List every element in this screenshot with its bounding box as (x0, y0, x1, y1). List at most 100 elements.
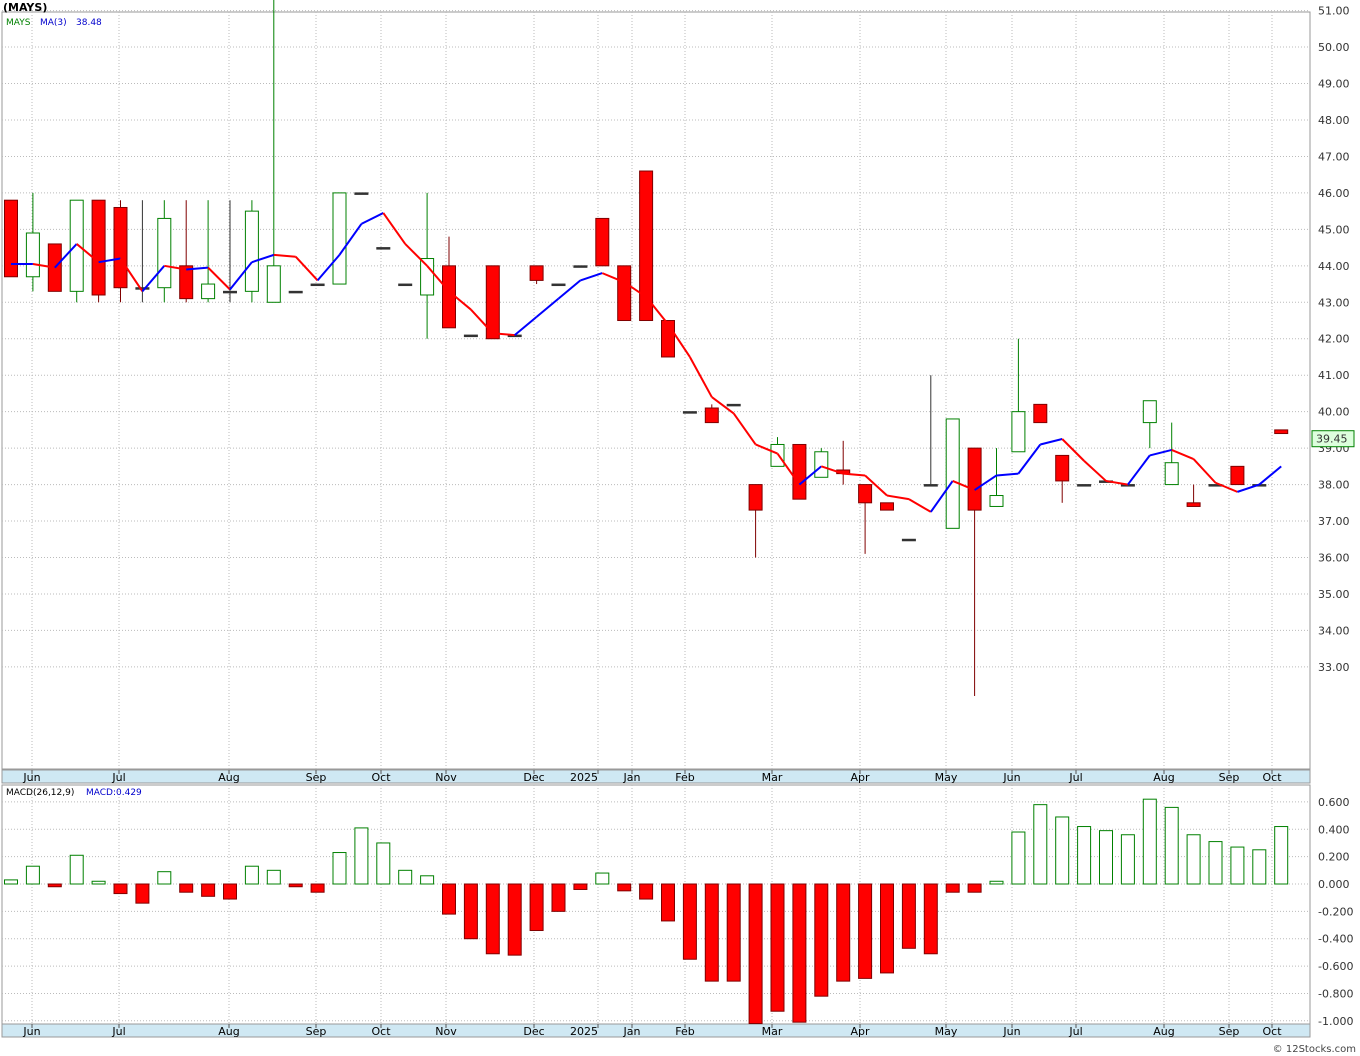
candle-body (1164, 462, 1179, 486)
macd-y-tick: 0.000 (1318, 878, 1350, 891)
candle-body (91, 199, 106, 296)
price-month-label: Mar (762, 771, 783, 784)
macd-y-tick: -0.200 (1318, 905, 1353, 918)
candle-body (25, 232, 40, 278)
price-y-tick: 46.00 (1318, 187, 1350, 200)
candle-body (1186, 502, 1201, 507)
price-y-tick: 38.00 (1318, 479, 1350, 492)
macd-bar (880, 883, 894, 974)
candle-body (1055, 454, 1070, 482)
macd-bar (463, 883, 478, 940)
candle (1033, 403, 1048, 424)
macd-bar (244, 865, 259, 885)
macd-bar (704, 883, 719, 982)
macd-month-label: Sep (306, 1025, 327, 1038)
macd-bar (288, 883, 303, 888)
candle (376, 247, 391, 250)
candle-body (288, 290, 303, 294)
candle-body (244, 210, 259, 292)
candle-body (901, 538, 916, 542)
candle (682, 411, 697, 414)
candle-body (1011, 411, 1026, 453)
macd-bar (682, 883, 697, 960)
macd-bar (573, 883, 588, 890)
candle (1077, 484, 1092, 487)
macd-bar (661, 883, 675, 922)
candle (551, 283, 566, 287)
macd-bar (179, 883, 194, 893)
price-month-label: Feb (675, 771, 694, 784)
candle-body (661, 320, 675, 358)
macd-bar (420, 875, 435, 885)
macd-month-label: Aug (218, 1025, 239, 1038)
candle-body (617, 265, 632, 322)
candle-body (682, 411, 697, 414)
candle-body (1230, 465, 1245, 486)
footer-credit: © 12Stocks.com (1273, 1044, 1356, 1055)
macd-y-tick: -0.400 (1318, 933, 1353, 946)
price-y-tick: 43.00 (1318, 296, 1350, 309)
candle-body (398, 283, 413, 287)
candle-body (880, 502, 894, 511)
macd-month-label: Apr (850, 1025, 870, 1038)
macd-month-band (1, 1023, 1311, 1038)
macd-bar (901, 883, 916, 949)
last-price-value: 39.45 (1316, 433, 1348, 446)
price-y-tick: 33.00 (1318, 661, 1350, 674)
candle-body (266, 265, 281, 303)
candle-body (1274, 429, 1289, 435)
candle-body (201, 283, 216, 300)
macd-month-label: Mar (762, 1025, 783, 1038)
candle-body (135, 287, 150, 290)
candle (69, 199, 84, 303)
price-month-label: Jun (22, 771, 40, 784)
macd-bar (1252, 849, 1267, 885)
price-month-label: Nov (435, 771, 457, 784)
macd-bar (1142, 798, 1157, 885)
candle-body (1077, 484, 1092, 487)
macd-bar (91, 880, 106, 885)
macd-month-label: Jun (22, 1025, 40, 1038)
macd-bar (507, 883, 522, 956)
candle-body (69, 199, 84, 292)
macd-month-label: Jun (1002, 1025, 1020, 1038)
macd-bar (135, 883, 150, 904)
macd-y-tick: 0.200 (1318, 851, 1350, 864)
macd-legend-value: MACD:0.429 (86, 788, 142, 798)
macd-bar (332, 852, 347, 885)
macd-bar (748, 883, 763, 1025)
macd-bar (923, 883, 938, 955)
price-month-label: Dec (523, 771, 544, 784)
macd-month-label: May (935, 1025, 958, 1038)
macd-y-tick: 0.600 (1318, 796, 1350, 809)
candle-body (179, 265, 194, 300)
macd-bar (1099, 830, 1113, 885)
candle (901, 538, 916, 542)
candle-body (332, 192, 347, 285)
macd-bar (485, 883, 500, 955)
candle (113, 200, 128, 303)
price-y-tick: 37.00 (1318, 515, 1350, 528)
price-month-label: Oct (1262, 771, 1282, 784)
macd-y-tick: 0.400 (1318, 823, 1350, 836)
candle (288, 290, 303, 294)
price-month-label: Aug (1153, 771, 1174, 784)
macd-month-label: Sep (1219, 1025, 1240, 1038)
candle-body (4, 199, 18, 278)
price-y-tick: 34.00 (1318, 624, 1350, 637)
macd-bar (201, 883, 216, 897)
macd-bar (266, 869, 281, 885)
price-month-label: Jun (1002, 771, 1020, 784)
macd-bar (69, 854, 84, 885)
candle (91, 199, 106, 303)
candle-body (748, 484, 763, 511)
price-month-label: May (935, 771, 958, 784)
candle-body (376, 247, 391, 250)
candle-body (463, 334, 478, 338)
candle-body (1142, 400, 1157, 424)
macd-month-label: Jul (1068, 1025, 1082, 1038)
price-month-label: Sep (306, 771, 327, 784)
price-month-label: Aug (218, 771, 239, 784)
macd-bar (442, 883, 456, 915)
candle-body (704, 407, 719, 424)
